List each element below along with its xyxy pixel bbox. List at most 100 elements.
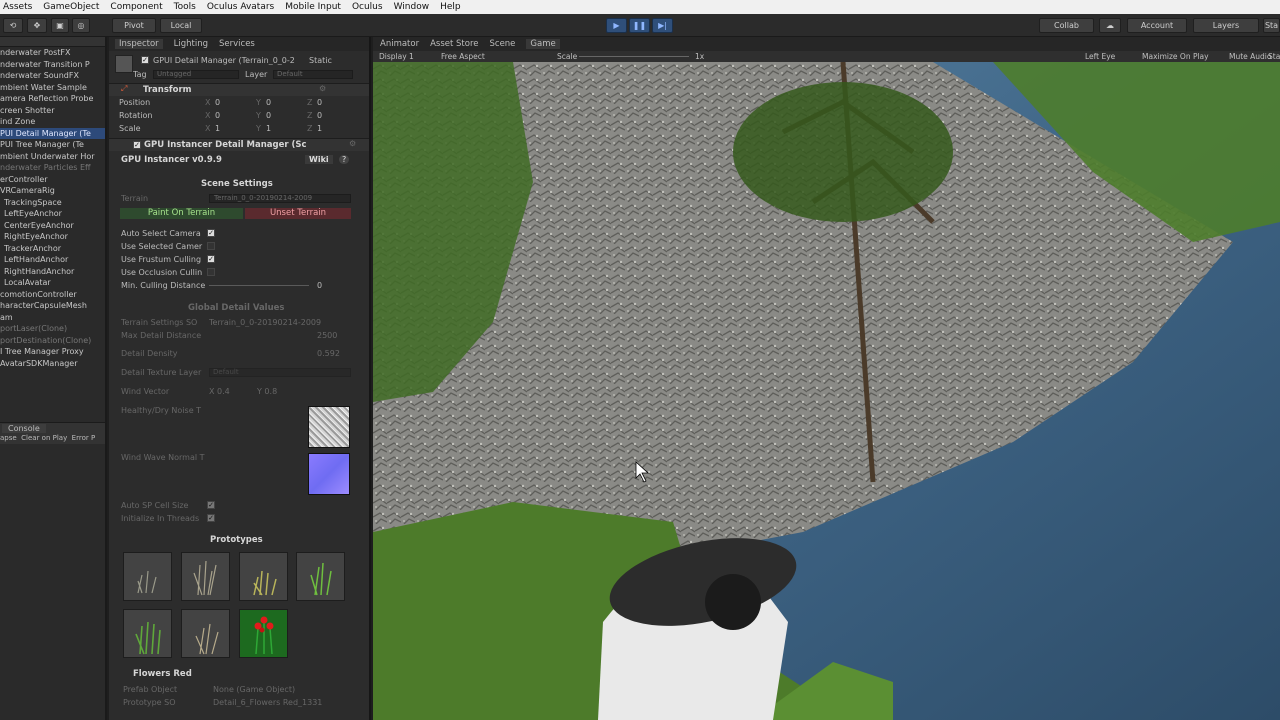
scale-slider[interactable] — [579, 56, 689, 57]
hierarchy-item[interactable]: I Tree Manager Proxy — [0, 346, 105, 358]
menu-assets[interactable]: Assets — [3, 2, 32, 12]
hierarchy-item[interactable]: portDestination(Clone) — [0, 335, 105, 347]
transform-y-field[interactable]: 1 — [266, 124, 271, 133]
clear-on-play-button[interactable]: Clear on Play — [21, 434, 67, 442]
hierarchy-item[interactable]: erController — [0, 174, 105, 186]
hierarchy-item[interactable]: amera Reflection Probe — [0, 93, 105, 105]
hierarchy-item[interactable]: comotionController — [0, 289, 105, 301]
component-menu-icon[interactable]: ⚙ — [319, 84, 326, 93]
tab-lighting[interactable]: Lighting — [174, 39, 208, 49]
tab-animator[interactable]: Animator — [380, 39, 419, 49]
auto-select-camera-checkbox[interactable]: ✓ — [207, 229, 215, 237]
paint-on-terrain-button[interactable]: Paint On Terrain — [120, 208, 243, 219]
tab-asset-store[interactable]: Asset Store — [430, 39, 478, 49]
hierarchy-item[interactable]: mbient Underwater Hor — [0, 151, 105, 163]
use-frustum-culling-checkbox[interactable]: ✓ — [207, 255, 215, 263]
tab-game[interactable]: Game — [526, 39, 560, 49]
tag-dropdown[interactable]: Untagged — [153, 70, 239, 79]
account-dropdown[interactable]: Account — [1127, 18, 1187, 33]
min-culling-slider[interactable] — [209, 285, 309, 286]
object-name-field[interactable]: GPUI Detail Manager (Terrain_0_0-2 — [153, 56, 303, 65]
maximize-on-play-toggle[interactable]: Maximize On Play — [1142, 52, 1209, 61]
wind-wave-texture-preview[interactable] — [308, 453, 350, 495]
console-tab[interactable]: Console — [2, 424, 46, 433]
active-checkbox[interactable]: ✓ — [141, 56, 149, 64]
menu-oculus[interactable]: Oculus — [352, 2, 383, 12]
terrain-field[interactable]: Terrain_0_0-20190214-2009 — [209, 194, 351, 203]
prototype-grass-3[interactable] — [239, 552, 288, 601]
menu-oculus-avatars[interactable]: Oculus Avatars — [207, 2, 274, 12]
hierarchy-item[interactable]: RightHandAnchor — [0, 266, 105, 278]
gpui-component-header[interactable]: ✓ GPU Instancer Detail Manager (Sc ⚙ — [109, 138, 369, 151]
menu-mobile-input[interactable]: Mobile Input — [285, 2, 341, 12]
component-gear-icon[interactable]: ⚙ — [349, 139, 356, 148]
menu-component[interactable]: Component — [110, 2, 162, 12]
hierarchy-item[interactable]: PUI Detail Manager (Te — [0, 127, 105, 139]
prototype-so-value[interactable]: Detail_6_Flowers Red_1331 — [213, 698, 349, 707]
hierarchy-item[interactable]: portLaser(Clone) — [0, 323, 105, 335]
hierarchy-item[interactable]: creen Shotter — [0, 105, 105, 117]
tab-scene[interactable]: Scene — [490, 39, 516, 49]
layer-dropdown[interactable]: Default — [273, 70, 353, 79]
transform-y-field[interactable]: 0 — [266, 111, 271, 120]
menu-window[interactable]: Window — [394, 2, 430, 12]
collab-button[interactable]: Collab — [1039, 18, 1094, 33]
wind-vector-x[interactable]: X 0.4 — [209, 387, 230, 396]
use-occlusion-culling-checkbox[interactable] — [207, 268, 215, 276]
eye-dropdown[interactable]: Left Eye — [1085, 52, 1115, 61]
hierarchy-item[interactable]: VRCameraRig — [0, 185, 105, 197]
prototype-grass-4[interactable] — [296, 552, 345, 601]
hierarchy-item[interactable]: nderwater SoundFX — [0, 70, 105, 82]
pivot-toggle[interactable]: Pivot — [112, 18, 156, 33]
initialize-in-threads-checkbox[interactable]: ✓ — [207, 514, 215, 522]
hierarchy-item[interactable]: nderwater PostFX — [0, 47, 105, 59]
hierarchy-item[interactable]: TrackerAnchor — [0, 243, 105, 255]
static-toggle[interactable]: Static — [309, 56, 332, 65]
move-tool-icon[interactable]: ✥ — [27, 18, 47, 33]
menu-gameobject[interactable]: GameObject — [43, 2, 99, 12]
hierarchy-item[interactable]: mbient Water Sample — [0, 82, 105, 94]
display-dropdown[interactable]: Display 1 — [379, 52, 414, 61]
hierarchy-item[interactable]: LeftHandAnchor — [0, 254, 105, 266]
hierarchy-item[interactable]: nderwater Transition P — [0, 59, 105, 71]
refresh-icon[interactable]: ⟲ — [3, 18, 23, 33]
transform-z-field[interactable]: 0 — [317, 111, 322, 120]
transform-x-field[interactable]: 1 — [215, 124, 220, 133]
use-selected-camera-checkbox[interactable] — [207, 242, 215, 250]
wind-vector-y[interactable]: Y 0.8 — [257, 387, 277, 396]
transform-header[interactable]: Transform ⤢ ⚙ — [109, 83, 369, 96]
hierarchy-item[interactable]: am — [0, 312, 105, 324]
step-button[interactable]: ▶| — [652, 18, 673, 33]
tab-inspector[interactable]: Inspector — [115, 39, 163, 49]
error-pause-button[interactable]: Error P — [72, 434, 96, 442]
transform-y-field[interactable]: 0 — [266, 98, 271, 107]
component-enabled-checkbox[interactable]: ✓ — [133, 141, 141, 149]
local-toggle[interactable]: Local — [160, 18, 202, 33]
play-button[interactable]: ▶ — [606, 18, 627, 33]
help-button[interactable]: ? — [339, 155, 350, 164]
hierarchy-item[interactable]: haracterCapsuleMesh — [0, 300, 105, 312]
collapse-button[interactable]: apse — [0, 434, 17, 442]
mute-audio-toggle[interactable]: Mute Audio — [1229, 52, 1271, 61]
max-detail-distance-value[interactable]: 2500 — [317, 331, 337, 340]
noise-texture-preview[interactable] — [308, 406, 350, 448]
transform-z-field[interactable]: 1 — [317, 124, 322, 133]
wiki-button[interactable]: Wiki — [305, 155, 333, 164]
prototype-grass-1[interactable] — [123, 552, 172, 601]
flowers-red-title[interactable]: Flowers Red — [133, 669, 192, 679]
min-culling-value[interactable]: 0 — [317, 281, 322, 290]
prototype-grass-5[interactable] — [123, 609, 172, 658]
hierarchy-item[interactable]: RightEyeAnchor — [0, 231, 105, 243]
prototype-grass-2[interactable] — [181, 552, 230, 601]
pause-button[interactable]: ❚❚ — [629, 18, 650, 33]
terrain-settings-so-value[interactable]: Terrain_0_0-20190214-2009 — [209, 318, 351, 327]
hierarchy-item[interactable]: nderwater Particles Eff — [0, 162, 105, 174]
hierarchy-item[interactable]: ind Zone — [0, 116, 105, 128]
hierarchy-item[interactable]: LocalAvatar — [0, 277, 105, 289]
hierarchy-item[interactable]: TrackingSpace — [0, 197, 105, 209]
transform-x-field[interactable]: 0 — [215, 98, 220, 107]
hierarchy-item[interactable]: AvatarSDKManager — [0, 358, 105, 370]
hierarchy-item[interactable]: PUI Tree Manager (Te — [0, 139, 105, 151]
layers-dropdown[interactable]: Layers — [1193, 18, 1259, 33]
stats-toggle[interactable]: Sta — [1268, 52, 1280, 61]
